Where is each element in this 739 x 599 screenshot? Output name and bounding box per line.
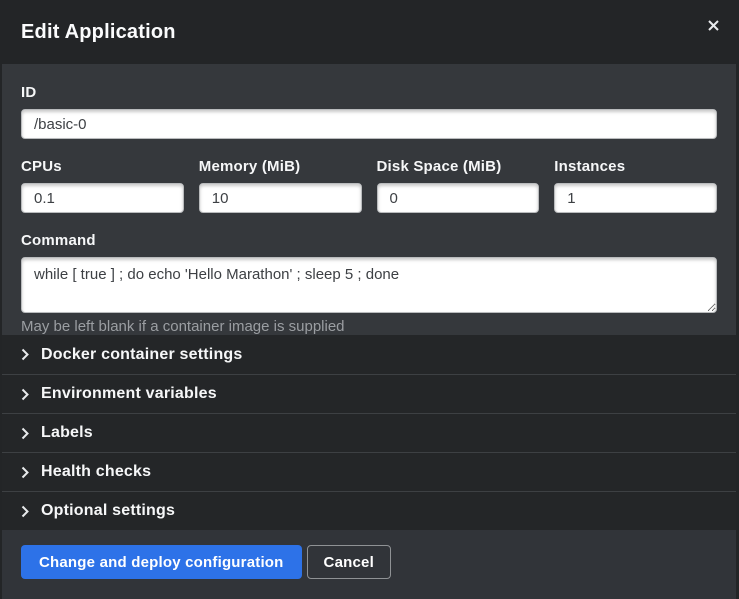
section-label: Labels [41,424,93,442]
disk-space-input[interactable] [377,183,540,213]
section-labels[interactable]: Labels [2,413,736,452]
id-label: ID [21,84,717,101]
modal-footer: Change and deploy configuration Cancel [2,530,736,599]
instances-field-group: Instances [554,158,717,213]
section-health-checks[interactable]: Health checks [2,452,736,491]
section-label: Environment variables [41,385,217,403]
command-field-group: Command while [ true ] ; do echo 'Hello … [21,232,717,335]
command-label: Command [21,232,717,249]
change-and-deploy-button[interactable]: Change and deploy configuration [21,545,302,579]
collapsible-sections: Docker container settings Environment va… [2,335,736,530]
cpus-input[interactable] [21,183,184,213]
resources-row: CPUs Memory (MiB) Disk Space (MiB) Insta… [21,158,717,213]
close-icon[interactable] [702,14,724,36]
chevron-right-icon [21,505,30,518]
x-mark-icon [708,20,719,31]
chevron-right-icon [21,427,30,440]
section-label: Docker container settings [41,346,243,364]
disk-space-field-group: Disk Space (MiB) [377,158,540,213]
disk-space-label: Disk Space (MiB) [377,158,540,175]
chevron-right-icon [21,466,30,479]
section-docker-container-settings[interactable]: Docker container settings [2,335,736,374]
cpus-field-group: CPUs [21,158,184,213]
modal-title: Edit Application [21,21,176,44]
modal-header: Edit Application [2,0,736,64]
form-area: ID CPUs Memory (MiB) Disk Space (MiB) In… [2,64,736,335]
memory-field-group: Memory (MiB) [199,158,362,213]
chevron-right-icon [21,348,30,361]
instances-label: Instances [554,158,717,175]
section-label: Optional settings [41,502,175,520]
memory-input[interactable] [199,183,362,213]
section-optional-settings[interactable]: Optional settings [2,491,736,530]
chevron-right-icon [21,388,30,401]
id-input[interactable] [21,109,717,139]
command-input[interactable]: while [ true ] ; do echo 'Hello Marathon… [21,257,717,313]
edit-application-modal: Edit Application ID CPUs Memory (MiB) Di… [0,0,739,599]
command-help-text: May be left blank if a container image i… [21,318,717,335]
memory-label: Memory (MiB) [199,158,362,175]
id-field-group: ID [21,84,717,139]
instances-input[interactable] [554,183,717,213]
cancel-button[interactable]: Cancel [307,545,391,579]
cpus-label: CPUs [21,158,184,175]
section-label: Health checks [41,463,151,481]
section-environment-variables[interactable]: Environment variables [2,374,736,413]
